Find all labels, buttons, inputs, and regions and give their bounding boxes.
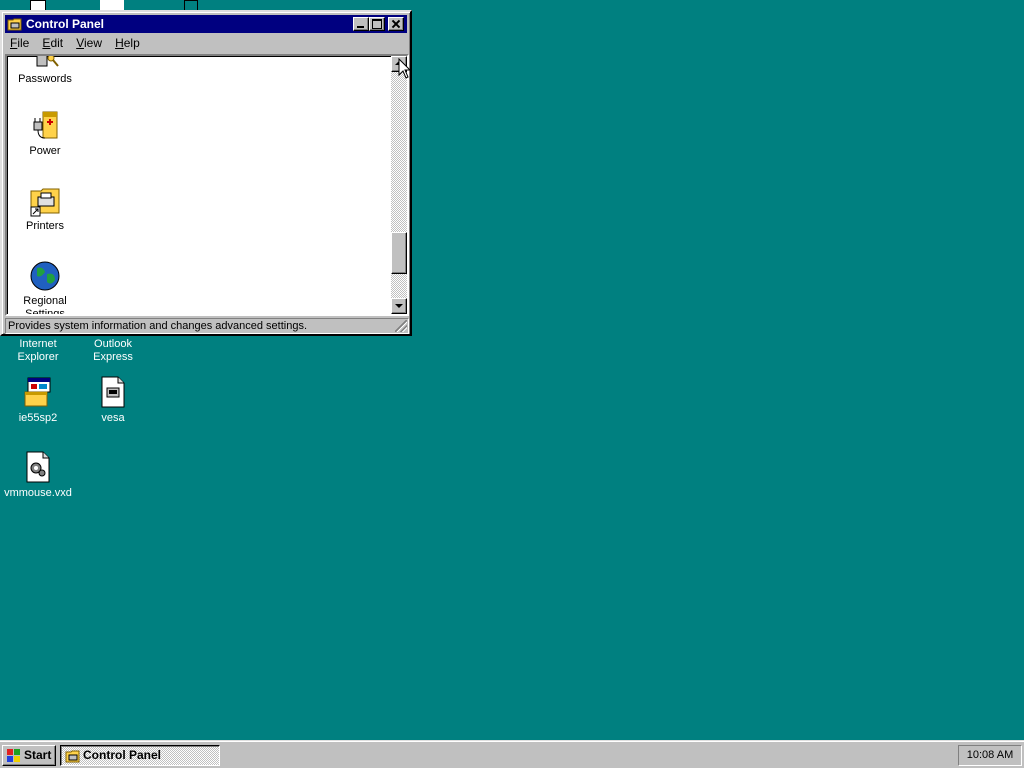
text-document-icon: [97, 376, 129, 408]
system-tray[interactable]: 10:08 AM: [958, 745, 1022, 766]
desktop-icon-label: Internet: [19, 338, 57, 350]
cp-item-power[interactable]: Power: [13, 110, 77, 158]
cp-item-label: Passwords: [18, 73, 72, 85]
cp-item-label: Settings: [25, 308, 65, 316]
menu-label: ile: [17, 36, 30, 50]
window-title: Control Panel: [26, 17, 105, 31]
desktop-icon-label: ie55sp2: [18, 412, 58, 424]
resize-grip[interactable]: [395, 320, 407, 332]
clock: 10:08 AM: [966, 749, 1014, 761]
status-text: Provides system information and changes …: [8, 320, 307, 332]
system-file-icon: [22, 451, 54, 483]
desktop-icon-vesa[interactable]: vesa: [75, 376, 151, 425]
hidden-desktop-icon: [100, 0, 124, 10]
desktop-icon-outlook-express[interactable]: Outlook Express: [75, 338, 151, 364]
scroll-thumb[interactable]: [391, 232, 407, 274]
menu-label: elp: [123, 36, 140, 50]
control-panel-icon: [7, 16, 23, 32]
desktop-icon-label: vmmouse.vxd: [4, 487, 72, 499]
vertical-scrollbar[interactable]: [391, 56, 407, 314]
printers-folder-icon: [29, 185, 61, 217]
scroll-down-button[interactable]: [391, 298, 407, 314]
desktop-icon-ie55sp2[interactable]: ie55sp2: [0, 376, 76, 425]
cp-item-regional-settings[interactable]: Regional Settings: [13, 260, 77, 316]
menu-file[interactable]: File: [5, 35, 34, 51]
control-panel-icon: [65, 748, 81, 764]
maximize-button[interactable]: [369, 17, 385, 31]
menu-view[interactable]: View: [71, 35, 107, 51]
cp-item-label: Power: [29, 145, 61, 157]
control-panel-window[interactable]: Control Panel File Edit View Help Passwo…: [0, 10, 412, 336]
menu-label: dit: [50, 36, 64, 50]
menu-accel: V: [76, 36, 84, 50]
taskbar: Start Control Panel 10:08 AM: [0, 740, 1024, 768]
windows-logo-icon: [6, 748, 22, 763]
minimize-button[interactable]: [353, 17, 369, 31]
passwords-keys-icon: [29, 56, 61, 70]
status-bar: Provides system information and changes …: [5, 318, 409, 334]
taskbar-button-control-panel[interactable]: Control Panel: [60, 745, 220, 766]
menu-accel: H: [115, 36, 124, 50]
desktop-icon-vmmouse[interactable]: vmmouse.vxd: [0, 451, 76, 500]
cp-item-passwords[interactable]: Passwords: [13, 56, 77, 86]
desktop-icon-label: Outlook: [94, 338, 132, 350]
setup-program-icon: [22, 376, 54, 408]
window-titlebar[interactable]: Control Panel: [5, 15, 407, 33]
start-label: Start: [24, 748, 52, 762]
control-panel-items-view[interactable]: Passwords Power Printers Regional Settin…: [5, 54, 409, 316]
menu-bar: File Edit View Help: [5, 35, 407, 53]
cp-item-label: Printers: [26, 220, 64, 232]
cp-item-label: Regional: [23, 295, 67, 307]
start-button[interactable]: Start: [2, 745, 56, 766]
menu-edit[interactable]: Edit: [37, 35, 68, 51]
desktop-icon-label: Express: [93, 351, 133, 363]
desktop-icon-label: Explorer: [17, 351, 59, 363]
desktop-icon-label: vesa: [101, 412, 125, 424]
desktop-icon-internet-explorer[interactable]: Internet Explorer: [0, 338, 76, 364]
globe-icon: [29, 260, 61, 292]
cp-item-printers[interactable]: Printers: [13, 185, 77, 233]
menu-help[interactable]: Help: [110, 35, 145, 51]
mouse-pointer-icon: [398, 57, 412, 80]
close-button[interactable]: [388, 17, 404, 31]
taskbar-button-label: Control Panel: [83, 748, 162, 762]
menu-label: iew: [83, 36, 102, 50]
power-plug-icon: [29, 110, 61, 142]
